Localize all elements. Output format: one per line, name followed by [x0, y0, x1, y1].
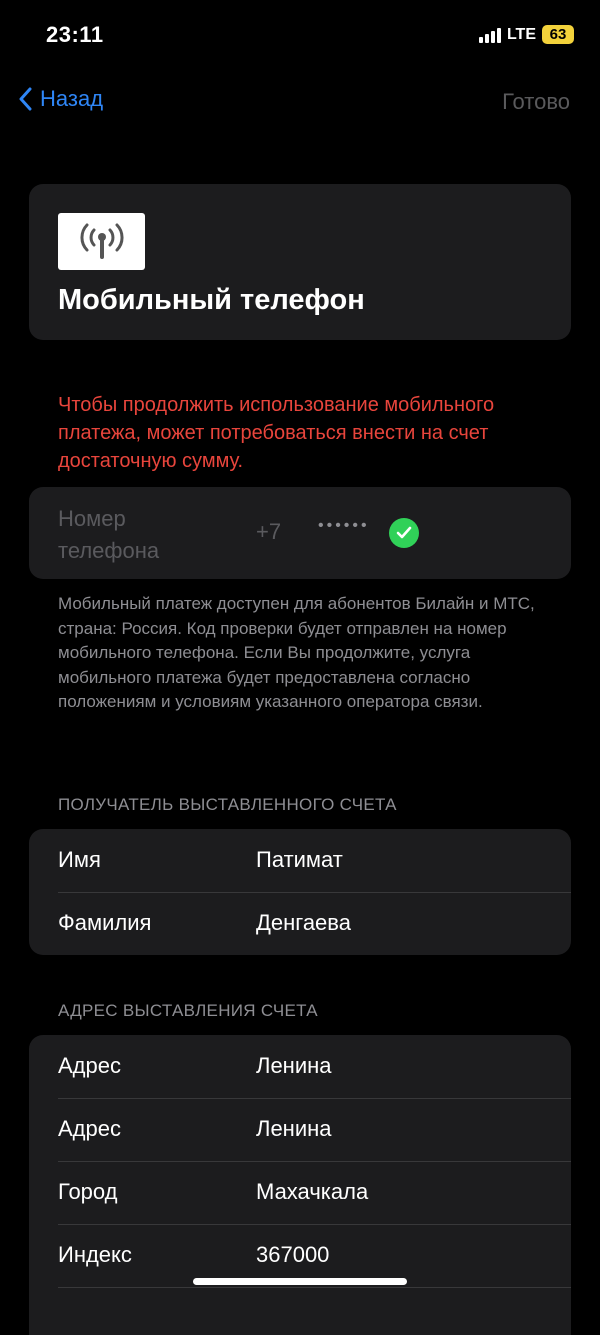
address-line1-row[interactable]: Адрес Ленина	[29, 1035, 571, 1098]
warning-message: Чтобы продолжить использование мобильног…	[58, 394, 495, 472]
phone-masked-value: ••••••	[318, 517, 370, 534]
battery-icon: 63	[542, 25, 574, 44]
row-label: Адрес	[58, 1053, 121, 1078]
last-name-value[interactable]: Денгаева	[256, 910, 351, 936]
info-text: Мобильный платеж доступен для абонентов …	[58, 594, 535, 711]
empty-row	[29, 1287, 571, 1335]
row-label: Город	[58, 1179, 118, 1204]
address-card: Адрес Ленина Адрес Ленина Город Махачкал…	[29, 1035, 571, 1335]
first-name-row[interactable]: Имя Патимат	[29, 829, 571, 892]
recipient-section-title: ПОЛУЧАТЕЛЬ ВЫСТАВЛЕННОГО СЧЕТА	[58, 795, 397, 814]
home-indicator[interactable]	[193, 1278, 407, 1285]
antenna-icon	[58, 213, 145, 270]
done-button[interactable]: Готово	[502, 89, 570, 115]
back-label: Назад	[40, 86, 104, 111]
first-name-value[interactable]: Патимат	[256, 847, 343, 873]
status-indicators: LTE 63	[478, 25, 574, 44]
signal-icon	[478, 27, 501, 43]
last-name-row[interactable]: Фамилия Денгаева	[29, 892, 571, 955]
back-button[interactable]: Назад	[18, 86, 103, 112]
row-label: Индекс	[58, 1242, 132, 1267]
navigation-bar: Назад Готово	[0, 80, 600, 124]
phone-prefix: +7	[256, 519, 282, 544]
network-type: LTE	[506, 25, 536, 43]
phone-number-field[interactable]: Номер телефона +7 ••••••	[29, 487, 571, 579]
row-label: Фамилия	[58, 910, 152, 935]
status-bar: 23:11 LTE 63	[0, 0, 600, 70]
city-row[interactable]: Город Махачкала	[29, 1161, 571, 1224]
address-line1-value[interactable]: Ленина	[256, 1053, 332, 1079]
recipient-card: Имя Патимат Фамилия Денгаева	[29, 829, 571, 955]
payment-method-card: Мобильный телефон	[29, 184, 571, 340]
phone-label: Номер телефона	[58, 506, 160, 563]
checkmark-circle-icon	[389, 518, 419, 548]
city-value[interactable]: Махачкала	[256, 1179, 368, 1205]
address-line2-row[interactable]: Адрес Ленина	[29, 1098, 571, 1161]
row-label: Имя	[58, 847, 101, 872]
status-time: 23:11	[46, 22, 104, 47]
chevron-left-icon	[19, 87, 32, 111]
address-line2-value[interactable]: Ленина	[256, 1116, 332, 1142]
page-title: Мобильный телефон	[58, 284, 365, 316]
address-section-title: АДРЕС ВЫСТАВЛЕНИЯ СЧЕТА	[58, 1001, 318, 1020]
row-label: Адрес	[58, 1116, 121, 1141]
postal-code-value[interactable]: 367000	[256, 1242, 329, 1268]
